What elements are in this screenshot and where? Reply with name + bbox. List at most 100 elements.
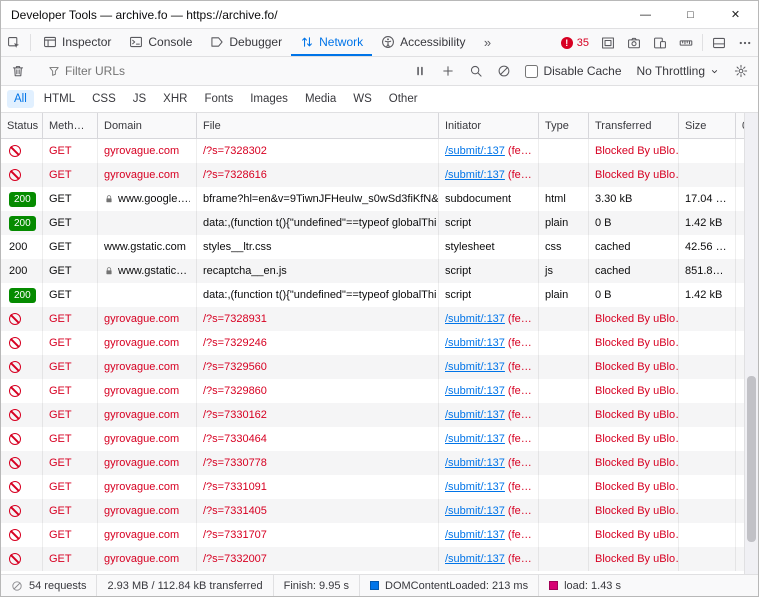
- request-row[interactable]: GETgyrovague.com/?s=7331707/submit/:137(…: [1, 523, 746, 547]
- column-header-status[interactable]: Status: [1, 113, 43, 138]
- initiator-link[interactable]: /submit/:137: [445, 169, 505, 181]
- request-row[interactable]: GETgyrovague.com/?s=7332007/submit/:137(…: [1, 547, 746, 571]
- type-filter-html[interactable]: HTML: [37, 90, 82, 108]
- tab-accessibility[interactable]: Accessibility: [372, 29, 474, 56]
- close-button[interactable]: ✕: [713, 1, 758, 28]
- column-header-type[interactable]: Type: [539, 113, 589, 138]
- initiator-link[interactable]: /submit/:137: [445, 457, 505, 469]
- network-settings-button[interactable]: [728, 64, 754, 78]
- request-row[interactable]: GETgyrovague.com/?s=7330778/submit/:137(…: [1, 451, 746, 475]
- tab-network[interactable]: Network: [291, 29, 372, 56]
- column-header-transferred[interactable]: Transferred: [589, 113, 679, 138]
- method-cell: GET: [43, 379, 98, 403]
- type-cell: html: [539, 187, 589, 211]
- size-cell: [679, 307, 736, 331]
- tab-debugger[interactable]: Debugger: [201, 29, 291, 56]
- initiator-link[interactable]: /submit/:137: [445, 529, 505, 541]
- type-filter-fonts[interactable]: Fonts: [197, 90, 240, 108]
- error-count-badge[interactable]: ! 35: [555, 29, 595, 56]
- disable-cache-checkbox[interactable]: [525, 65, 538, 78]
- status-cell: [1, 355, 43, 379]
- transferred-cell: Blocked By uBlo…: [589, 427, 679, 451]
- vertical-scrollbar[interactable]: [744, 113, 758, 574]
- file-cell: /?s=7328302: [197, 139, 439, 163]
- status-cell: 200: [1, 259, 43, 283]
- error-icon: !: [561, 37, 573, 49]
- request-row[interactable]: GETgyrovague.com/?s=7330464/submit/:137(…: [1, 427, 746, 451]
- initiator-link[interactable]: /submit/:137: [445, 553, 505, 565]
- column-header-file[interactable]: File: [197, 113, 439, 138]
- responsive-mode-button[interactable]: [647, 29, 673, 56]
- initiator-cell: /submit/:137(fe…: [439, 331, 539, 355]
- initiator-link[interactable]: /submit/:137: [445, 409, 505, 421]
- throttling-dropdown[interactable]: No Throttling: [630, 64, 726, 78]
- type-filter-ws[interactable]: WS: [346, 90, 379, 108]
- measure-button[interactable]: [673, 29, 699, 56]
- type-cell: [539, 499, 589, 523]
- initiator-cell: /submit/:137(fe…: [439, 475, 539, 499]
- domain-cell: gyrovague.com: [98, 451, 197, 475]
- domain-cell: gyrovague.com: [98, 547, 197, 571]
- domain-text: gyrovague.com: [104, 481, 179, 493]
- column-header-domain[interactable]: Domain: [98, 113, 197, 138]
- initiator-link[interactable]: /submit/:137: [445, 433, 505, 445]
- request-row[interactable]: 200GETwww.gstatic…recaptcha__en.jsscript…: [1, 259, 746, 283]
- type-cell: [539, 379, 589, 403]
- request-row[interactable]: 200GETdata:,(function t(){"undefined"==t…: [1, 211, 746, 235]
- request-row[interactable]: GETgyrovague.com/?s=7328616/submit/:137(…: [1, 163, 746, 187]
- initiator-link[interactable]: /submit/:137: [445, 505, 505, 517]
- initiator-link[interactable]: /submit/:137: [445, 385, 505, 397]
- dock-button[interactable]: [706, 29, 732, 56]
- column-header-initiator[interactable]: Initiator: [439, 113, 539, 138]
- request-row[interactable]: GETgyrovague.com/?s=7328302/submit/:137(…: [1, 139, 746, 163]
- request-row[interactable]: GETgyrovague.com/?s=7329560/submit/:137(…: [1, 355, 746, 379]
- domain-text: gyrovague.com: [104, 145, 179, 157]
- type-filter-css[interactable]: CSS: [85, 90, 123, 108]
- column-header-size[interactable]: Size: [679, 113, 736, 138]
- type-filter-images[interactable]: Images: [243, 90, 295, 108]
- request-row[interactable]: GETgyrovague.com/?s=7329246/submit/:137(…: [1, 331, 746, 355]
- initiator-link[interactable]: /submit/:137: [445, 145, 505, 157]
- request-row[interactable]: GETgyrovague.com/?s=7328931/submit/:137(…: [1, 307, 746, 331]
- tab-inspector[interactable]: Inspector: [34, 29, 120, 56]
- pick-element-button[interactable]: [1, 29, 27, 56]
- filter-urls-input[interactable]: [65, 64, 366, 78]
- column-header-meth[interactable]: Meth…: [43, 113, 98, 138]
- screenshot-button[interactable]: [621, 29, 647, 56]
- more-tabs-button[interactable]: »: [474, 29, 500, 56]
- type-filter-xhr[interactable]: XHR: [156, 90, 194, 108]
- file-cell: /?s=7328931: [197, 307, 439, 331]
- blocked-icon: [9, 337, 21, 349]
- file-cell: /?s=7329246: [197, 331, 439, 355]
- new-request-button[interactable]: [435, 64, 461, 78]
- minimize-button[interactable]: —: [623, 1, 668, 28]
- request-row[interactable]: 200GETwww.google….bframe?hl=en&v=9TiwnJF…: [1, 187, 746, 211]
- request-row[interactable]: GETgyrovague.com/?s=7330162/submit/:137(…: [1, 403, 746, 427]
- initiator-link[interactable]: /submit/:137: [445, 313, 505, 325]
- transferred-cell: Blocked By uBlo…: [589, 499, 679, 523]
- status-bar: 54 requests 2.93 MB / 112.84 kB transfer…: [1, 574, 758, 596]
- request-row[interactable]: GETgyrovague.com/?s=7331091/submit/:137(…: [1, 475, 746, 499]
- request-row[interactable]: GETgyrovague.com/?s=7331405/submit/:137(…: [1, 499, 746, 523]
- maximize-button[interactable]: □: [668, 1, 713, 28]
- initiator-link[interactable]: /submit/:137: [445, 337, 505, 349]
- type-filter-other[interactable]: Other: [382, 90, 425, 108]
- type-filter-js[interactable]: JS: [126, 90, 153, 108]
- initiator-link[interactable]: /submit/:137: [445, 481, 505, 493]
- request-row[interactable]: 200GETdata:,(function t(){"undefined"==t…: [1, 283, 746, 307]
- initiator-text: script: [445, 289, 471, 301]
- initiator-link[interactable]: /submit/:137: [445, 361, 505, 373]
- request-row[interactable]: 200GETwww.gstatic.comstyles__ltr.cssstyl…: [1, 235, 746, 259]
- select-iframe-button[interactable]: [595, 29, 621, 56]
- search-button[interactable]: [463, 64, 489, 78]
- meatball-menu-button[interactable]: [732, 29, 758, 56]
- type-filter-all[interactable]: All: [7, 90, 34, 108]
- clear-requests-button[interactable]: [5, 64, 31, 78]
- request-blocking-button[interactable]: [491, 64, 517, 78]
- type-filter-media[interactable]: Media: [298, 90, 343, 108]
- request-row[interactable]: GETgyrovague.com/?s=7329860/submit/:137(…: [1, 379, 746, 403]
- tab-console[interactable]: Console: [120, 29, 201, 56]
- scrollbar-thumb[interactable]: [747, 376, 756, 542]
- pause-log-button[interactable]: [407, 64, 433, 78]
- filter-urls-field[interactable]: [42, 60, 372, 82]
